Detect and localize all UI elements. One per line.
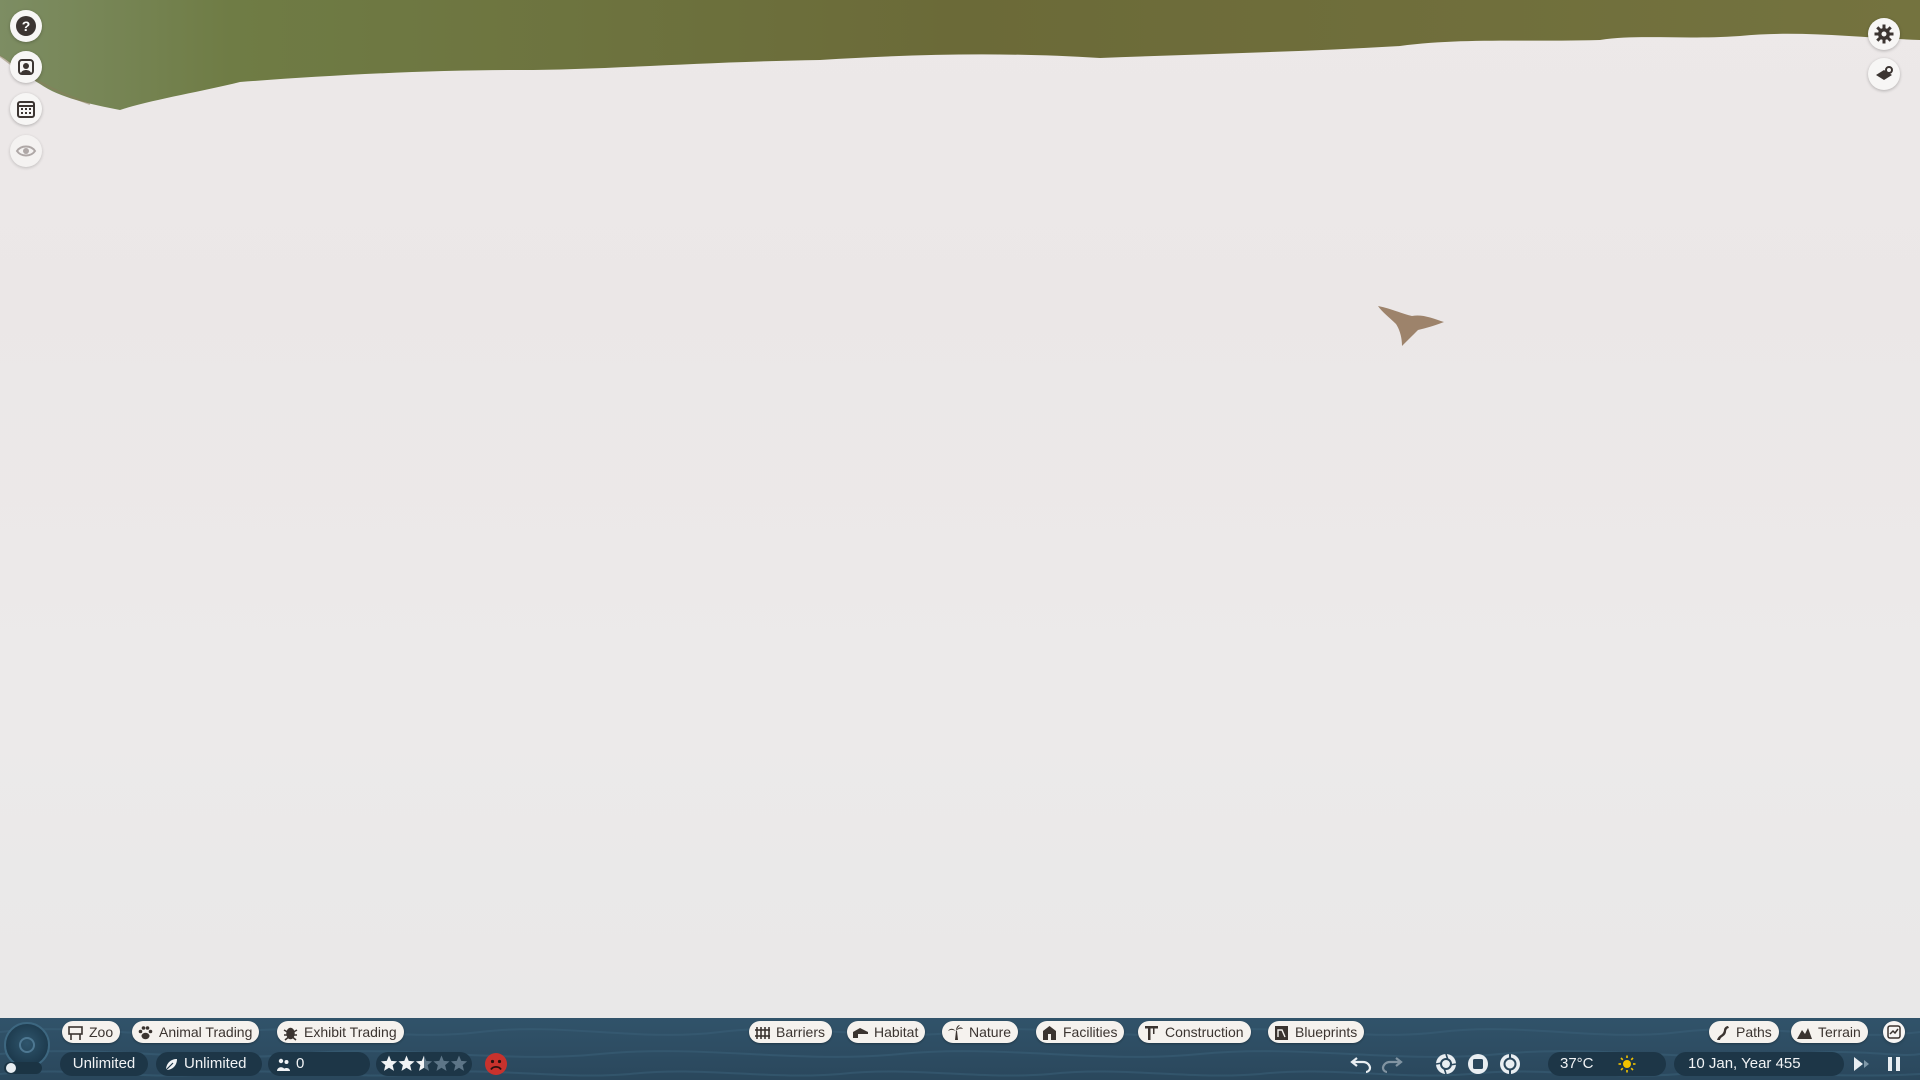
zoo-rating-display[interactable] xyxy=(376,1052,472,1076)
temperature-value: 37°C xyxy=(1560,1055,1594,1072)
aperture-icon xyxy=(1435,1053,1457,1075)
rating-star xyxy=(380,1055,398,1071)
rating-star xyxy=(433,1055,450,1071)
palm-tree-icon xyxy=(948,1024,963,1040)
overlay-button[interactable] xyxy=(1466,1052,1490,1076)
facilities-button[interactable]: Facilities xyxy=(1036,1021,1125,1043)
money-display[interactable]: Unlimited xyxy=(60,1052,148,1076)
barriers-button[interactable]: Barriers xyxy=(749,1021,833,1043)
play-speed-button[interactable] xyxy=(1850,1052,1874,1076)
pause-icon xyxy=(1888,1057,1900,1071)
rating-star xyxy=(415,1055,433,1071)
date-value: 10 Jan, Year 455 xyxy=(1688,1055,1801,1072)
game-viewport[interactable] xyxy=(0,0,1920,1018)
habitat-shelter-icon xyxy=(853,1027,868,1038)
calendar-icon xyxy=(17,101,35,118)
paths-button[interactable]: Paths xyxy=(1709,1021,1779,1043)
rating-star xyxy=(450,1055,468,1071)
leaf-icon xyxy=(165,1058,177,1070)
date-display[interactable]: 10 Jan, Year 455 xyxy=(1674,1052,1844,1076)
staff-button[interactable] xyxy=(10,51,42,83)
path-icon xyxy=(1717,1025,1729,1040)
settings-button[interactable] xyxy=(1868,18,1900,50)
zoo-sign-icon xyxy=(68,1025,83,1040)
mountain-icon xyxy=(1797,1027,1812,1039)
construction-crane-icon xyxy=(1145,1025,1158,1040)
conservation-credits-display[interactable]: Unlimited xyxy=(156,1052,262,1076)
facilities-label: Facilities xyxy=(1063,1024,1118,1040)
redo-icon xyxy=(1381,1057,1403,1074)
help-icon: ? xyxy=(16,16,36,36)
info-overlay-button[interactable] xyxy=(1498,1052,1522,1076)
zoo-label: Zoo xyxy=(89,1024,114,1040)
blueprints-button[interactable]: Blueprints xyxy=(1268,1021,1365,1043)
visibility-button[interactable] xyxy=(10,135,42,167)
animal-trading-label: Animal Trading xyxy=(159,1024,253,1040)
terrain-label: Terrain xyxy=(1818,1024,1861,1040)
heatmap-icon xyxy=(1887,1025,1901,1039)
terrain-button[interactable]: Terrain xyxy=(1791,1021,1868,1043)
heatmap-button[interactable] xyxy=(1883,1021,1905,1043)
undo-icon xyxy=(1350,1057,1372,1074)
exhibit-trading-button[interactable]: Exhibit Trading xyxy=(277,1021,404,1043)
sun-icon xyxy=(1618,1055,1636,1073)
zookeeper-icon xyxy=(18,59,34,75)
weather-display[interactable]: 37°C xyxy=(1548,1052,1666,1076)
nature-label: Nature xyxy=(969,1024,1012,1040)
paw-icon xyxy=(138,1025,153,1039)
habitat-button[interactable]: Habitat xyxy=(847,1021,926,1043)
exhibit-trading-label: Exhibit Trading xyxy=(304,1024,397,1040)
camera-mode-button[interactable] xyxy=(1434,1052,1458,1076)
redo-button[interactable] xyxy=(1380,1052,1404,1076)
camera-icon xyxy=(1876,66,1893,80)
overlay-square-icon xyxy=(1468,1054,1488,1074)
blueprint-icon xyxy=(1275,1025,1288,1040)
rating-stars xyxy=(380,1055,468,1071)
camera-button[interactable] xyxy=(1868,58,1900,90)
construction-label: Construction xyxy=(1165,1024,1244,1040)
hud-toggle[interactable] xyxy=(4,1062,42,1074)
money-value: Unlimited xyxy=(72,1055,136,1072)
calendar-button[interactable] xyxy=(10,93,42,125)
guest-count-value: 0 xyxy=(296,1055,305,1072)
rating-star xyxy=(398,1055,415,1071)
visibility-eye-icon xyxy=(15,145,37,157)
blueprints-label: Blueprints xyxy=(1295,1024,1358,1040)
paths-label: Paths xyxy=(1736,1024,1772,1040)
svg-text:?: ? xyxy=(22,18,31,34)
info-globe-icon xyxy=(1500,1054,1520,1074)
conservation-credits-value: Unlimited xyxy=(184,1055,247,1072)
guest-mood-sad-icon[interactable] xyxy=(484,1052,508,1076)
guest-count-display[interactable]: 0 xyxy=(268,1052,370,1076)
barriers-label: Barriers xyxy=(776,1024,826,1040)
nature-button[interactable]: Nature xyxy=(942,1021,1019,1043)
settings-gear-icon xyxy=(1874,24,1894,44)
guests-icon xyxy=(277,1058,290,1071)
construction-button[interactable]: Construction xyxy=(1138,1021,1251,1043)
menu-orb-icon xyxy=(19,1037,35,1053)
hud-toggle-knob xyxy=(6,1063,16,1073)
play-fast-icon xyxy=(1854,1057,1869,1071)
fence-icon xyxy=(755,1026,770,1039)
grass-terrain-edge xyxy=(0,0,1920,110)
bug-icon xyxy=(283,1027,298,1041)
pause-button[interactable] xyxy=(1882,1052,1906,1076)
animal-trading-button[interactable]: Animal Trading xyxy=(132,1021,260,1043)
undo-button[interactable] xyxy=(1349,1052,1373,1076)
help-button[interactable]: ? xyxy=(10,10,42,42)
habitat-label: Habitat xyxy=(874,1024,919,1040)
zoo-button[interactable]: Zoo xyxy=(62,1021,121,1043)
animal-silhouette[interactable] xyxy=(1372,292,1448,350)
building-icon xyxy=(1043,1025,1056,1040)
